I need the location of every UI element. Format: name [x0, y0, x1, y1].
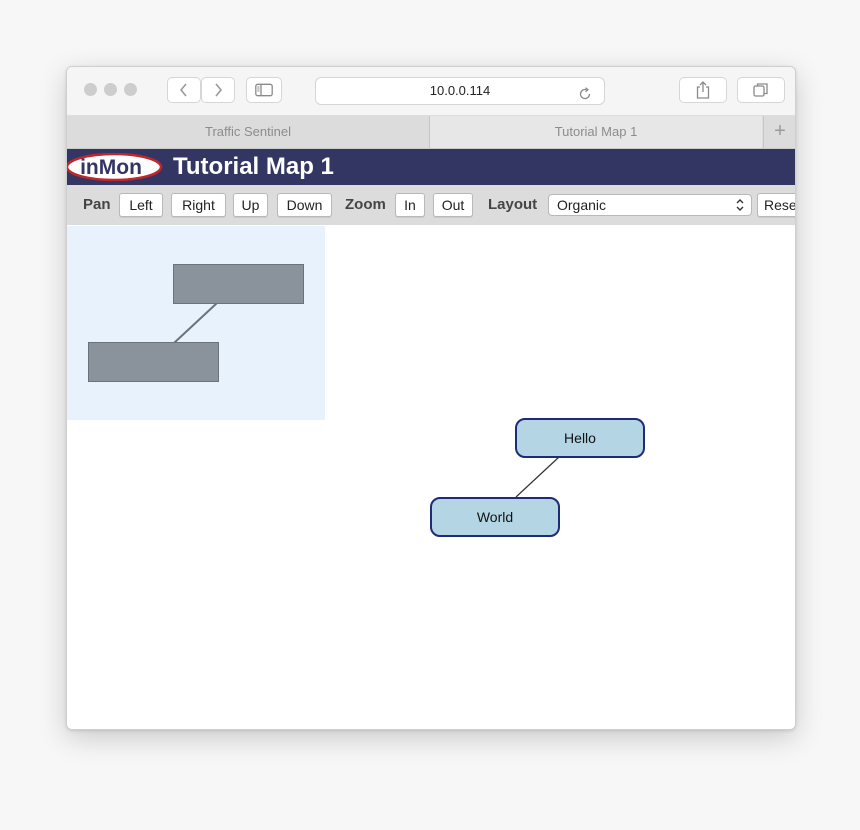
- close-window-icon[interactable]: [84, 83, 97, 96]
- chevron-left-icon: [179, 83, 187, 97]
- tab-bar: Traffic Sentinel Tutorial Map 1 +: [67, 116, 795, 149]
- pan-right-button[interactable]: Right: [171, 193, 226, 217]
- browser-toolbar: 10.0.0.114: [67, 67, 795, 116]
- address-text: 10.0.0.114: [429, 83, 491, 98]
- layout-selected-value: Organic: [557, 197, 607, 213]
- logo-text: inMon: [80, 156, 142, 179]
- sidebar-button[interactable]: [246, 77, 282, 103]
- map-node-hello[interactable]: Hello: [515, 418, 645, 458]
- share-icon: [696, 81, 710, 99]
- pan-up-button[interactable]: Up: [233, 193, 268, 217]
- pan-label: Pan: [83, 196, 111, 213]
- page-title: Tutorial Map 1: [173, 153, 334, 180]
- tabs-overview-button[interactable]: [737, 77, 785, 103]
- zoom-out-button[interactable]: Out: [433, 193, 473, 217]
- map-link-hello-world: [515, 456, 560, 498]
- zoom-window-icon[interactable]: [124, 83, 137, 96]
- inmon-logo: inMon: [67, 153, 163, 181]
- map-node-world[interactable]: World: [430, 497, 560, 537]
- tab-traffic-sentinel[interactable]: Traffic Sentinel: [67, 116, 430, 148]
- map-links: [515, 456, 560, 498]
- zoom-in-button[interactable]: In: [395, 193, 425, 217]
- tab-tutorial-map-1[interactable]: Tutorial Map 1: [430, 116, 762, 148]
- minimize-window-icon[interactable]: [104, 83, 117, 96]
- share-button[interactable]: [679, 77, 727, 103]
- layout-select[interactable]: Organic: [548, 194, 752, 216]
- forward-button[interactable]: [201, 77, 235, 103]
- select-arrows-icon: [736, 199, 744, 211]
- pan-left-button[interactable]: Left: [119, 193, 163, 217]
- map-controls: Pan Left Right Up Down Zoom In Out Layou…: [67, 185, 795, 225]
- new-tab-button[interactable]: +: [763, 116, 795, 148]
- tabs-overview-icon: [753, 83, 768, 97]
- pan-down-button[interactable]: Down: [277, 193, 332, 217]
- layout-label: Layout: [488, 196, 538, 213]
- zoom-label: Zoom: [345, 196, 386, 213]
- app-header: inMon Tutorial Map 1: [67, 149, 795, 185]
- back-button[interactable]: [167, 77, 201, 103]
- browser-window: 10.0.0.114 Traffic Sentinel Tutorial Map…: [66, 66, 796, 730]
- address-bar[interactable]: 10.0.0.114: [315, 77, 605, 105]
- reset-button[interactable]: Reset: [757, 193, 795, 217]
- chevron-right-icon: [215, 83, 223, 97]
- sidebar-icon: [255, 83, 273, 97]
- map-canvas[interactable]: Hello World: [67, 226, 795, 729]
- reload-icon[interactable]: [578, 84, 592, 110]
